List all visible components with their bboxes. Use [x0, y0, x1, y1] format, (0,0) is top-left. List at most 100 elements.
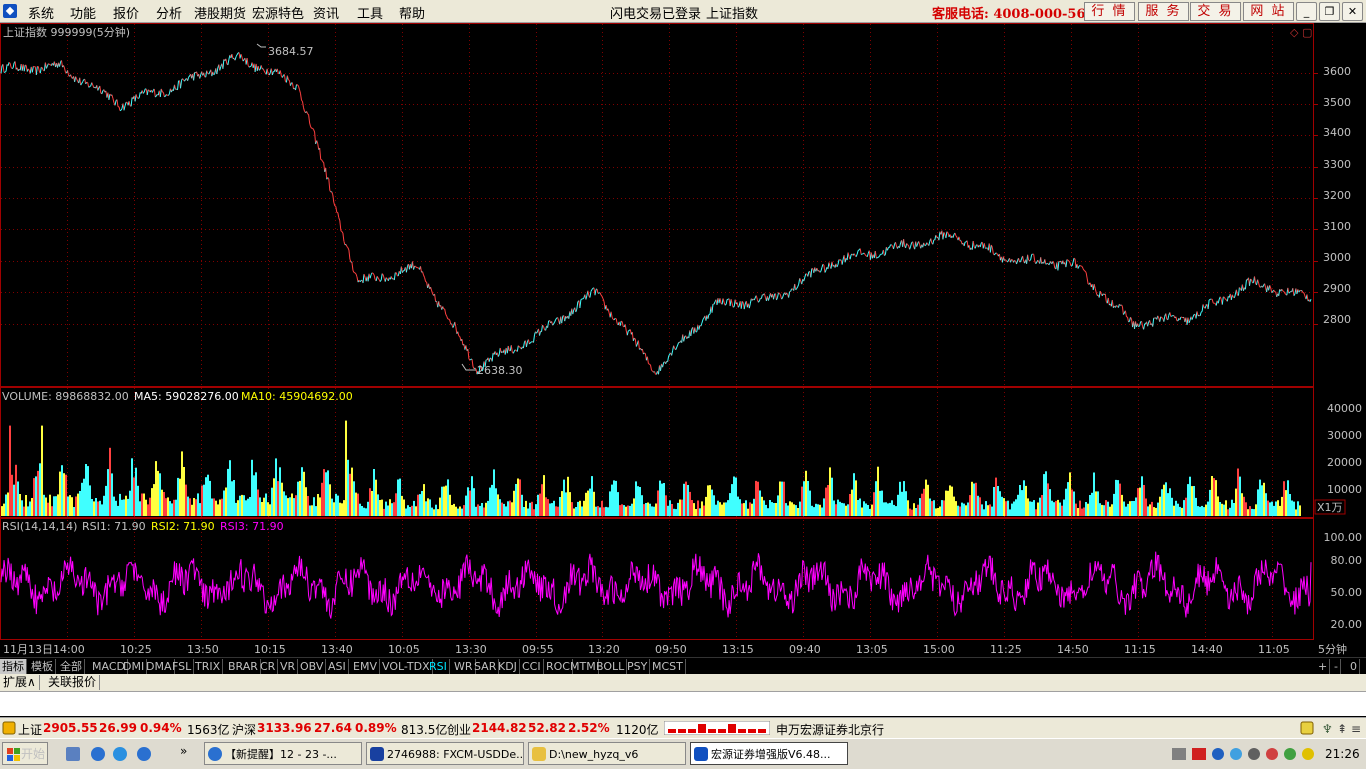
volume-bar: [1113, 494, 1115, 516]
system-tray-icons[interactable]: [1170, 746, 1320, 762]
price-segment: [1192, 317, 1193, 320]
menu-hk-futures[interactable]: 港股期货: [194, 3, 246, 22]
volume-bar: [945, 491, 947, 516]
volume-bar: [887, 503, 889, 516]
tab-obv[interactable]: OBV: [298, 659, 326, 674]
quick-launch-more-icon[interactable]: »: [180, 744, 187, 758]
tab-模板[interactable]: 模板: [29, 659, 56, 674]
tab-指标[interactable]: 指标: [0, 659, 27, 674]
menu-system[interactable]: 系统: [28, 3, 54, 22]
panel-option-icon[interactable]: ◇: [1290, 26, 1299, 39]
tab-vr[interactable]: VR: [278, 659, 298, 674]
price-segment: [119, 107, 120, 111]
website-button[interactable]: 网 站: [1243, 2, 1294, 21]
volume-bar: [879, 491, 881, 516]
price-segment: [455, 322, 456, 327]
tab-asi[interactable]: ASI: [326, 659, 349, 674]
tab-cci[interactable]: CCI: [520, 659, 544, 674]
volume-bar: [527, 509, 529, 517]
price-segment: [447, 316, 448, 319]
menu-news[interactable]: 资讯: [313, 3, 339, 22]
zoom-out-button[interactable]: -: [1332, 659, 1341, 674]
price-segment: [1197, 311, 1198, 316]
quote-button[interactable]: 行 情: [1084, 2, 1135, 21]
taskbar-item-hongyuan[interactable]: 宏源证券增强版V6.48...: [690, 742, 848, 765]
price-segment: [1140, 322, 1141, 326]
restore-icon[interactable]: ❐: [1319, 2, 1340, 21]
volume-bar: [427, 498, 429, 516]
tab-mcst[interactable]: MCST: [650, 659, 686, 674]
service-button[interactable]: 服 务: [1138, 2, 1189, 21]
panel-maximize-icon[interactable]: ▢: [1302, 26, 1312, 39]
menu-function[interactable]: 功能: [70, 3, 96, 22]
start-button[interactable]: 开始: [2, 742, 48, 765]
menu-tools[interactable]: 工具: [357, 3, 383, 22]
volume-bar: [363, 508, 365, 516]
zoom-in-button[interactable]: +: [1316, 659, 1330, 674]
price-segment: [967, 241, 968, 248]
volume-bar: [897, 495, 899, 516]
minimize-icon[interactable]: _: [1296, 2, 1317, 21]
quick-launch-icons[interactable]: [62, 746, 162, 762]
volume-bar: [69, 495, 71, 516]
volume-bar: [1171, 498, 1173, 516]
taskbar-item-browser[interactable]: 【新提醒】12 - 23 -...: [204, 742, 362, 765]
volume-bar: [781, 482, 783, 516]
price-segment: [356, 274, 357, 277]
expand-tab[interactable]: 扩展∧: [0, 675, 40, 690]
volume-bar: [1263, 483, 1265, 516]
related-quote-tab[interactable]: 关联报价: [45, 675, 100, 690]
volume-bar: [859, 499, 861, 517]
tab-cr[interactable]: CR: [258, 659, 278, 674]
volume-bar: [369, 488, 371, 516]
volume-bar: [1221, 504, 1223, 516]
reset-button[interactable]: 0: [1348, 659, 1360, 674]
price-segment: [363, 274, 364, 283]
menu-quote[interactable]: 报价: [113, 3, 139, 22]
tab-全部[interactable]: 全部: [58, 659, 85, 674]
volume-bar: [955, 501, 957, 516]
status-tray-icons[interactable]: ♆ ⇞ ≡: [1300, 721, 1362, 735]
volume-bar: [1023, 480, 1025, 516]
tab-emv[interactable]: EMV: [351, 659, 380, 674]
period-label[interactable]: 5分钟: [1318, 642, 1347, 656]
price-segment: [6, 64, 7, 71]
volume-bar: [65, 475, 67, 516]
trade-button[interactable]: 交 易: [1190, 2, 1241, 21]
chart-svg[interactable]: 上证指数 999999(5分钟) ◇ ▢ 3684.57 2638.30 360…: [0, 23, 1366, 658]
volume-bar: [1119, 484, 1121, 516]
volume-bar: [283, 491, 285, 516]
price-segment: [1121, 305, 1122, 306]
price-segment: [943, 232, 944, 239]
x-axis-label: 13:40: [321, 643, 353, 656]
tab-rsi[interactable]: RSI: [427, 659, 450, 674]
taskbar-item-fxcm[interactable]: 2746988: FXCM-USDDe...: [366, 742, 524, 765]
volume-bar: [1125, 507, 1127, 516]
close-icon[interactable]: ✕: [1342, 2, 1363, 21]
volume-bar: [933, 500, 935, 516]
volume-bar: [315, 506, 317, 516]
hs-index-value: 3133.96: [257, 721, 312, 735]
volume-bar: [495, 488, 497, 516]
tab-psy[interactable]: PSY: [625, 659, 650, 674]
price-segment: [1072, 263, 1073, 267]
volume-bar: [937, 508, 939, 516]
tab-fsl[interactable]: FSL: [170, 659, 194, 674]
volume-bar: [909, 509, 911, 516]
tab-brar[interactable]: BRAR: [226, 659, 261, 674]
tab-kdj[interactable]: KDJ: [496, 659, 520, 674]
market-icon[interactable]: [2, 721, 16, 735]
volume-bars: [1, 421, 1301, 516]
price-segment: [621, 321, 622, 322]
tab-vol-tdx[interactable]: VOL-TDX: [380, 659, 433, 674]
menu-analysis[interactable]: 分析: [156, 3, 182, 22]
tab-boll[interactable]: BOLL: [594, 659, 627, 674]
volume-bar: [669, 500, 671, 516]
menu-help[interactable]: 帮助: [399, 3, 425, 22]
taskbar-item-folder[interactable]: D:\new_hyzq_v6: [528, 742, 686, 765]
tab-trix[interactable]: TRIX: [193, 659, 223, 674]
volume-bar: [675, 509, 677, 516]
menu-hongyuan[interactable]: 宏源特色: [252, 3, 304, 22]
volume-bar: [365, 508, 367, 516]
chart-area[interactable]: 上证指数 999999(5分钟) ◇ ▢ 3684.57 2638.30 360…: [0, 23, 1366, 658]
